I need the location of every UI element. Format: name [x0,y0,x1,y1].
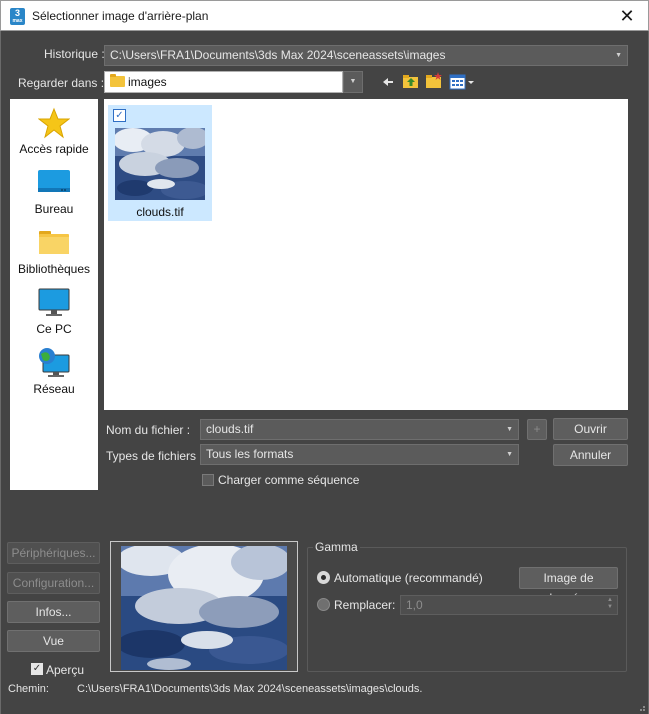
places-bar: Accès rapide Bureau Bibliothèques Ce PC … [10,99,98,490]
monitor-icon [38,288,70,316]
filename-field[interactable]: clouds.tif ▼ [200,419,519,440]
folder-icon [110,74,125,87]
back-arrow-icon[interactable] [379,73,397,91]
gamma-override-label: Remplacer: [334,598,396,612]
libraries-folder-icon [39,231,69,254]
place-desktop[interactable]: Bureau [10,167,98,216]
chevron-down-icon: ▼ [615,52,622,59]
view-button[interactable]: Vue [7,630,100,652]
devices-button[interactable]: Périphériques... [7,542,100,564]
place-label: Bibliothèques [17,262,91,276]
sequence-checkbox[interactable] [202,474,214,486]
desktop-icon [38,170,70,192]
window-title: Sélectionner image d'arrière-plan [32,9,209,23]
path-value: C:\Users\FRA1\Documents\3ds Max 2024\sce… [77,683,422,695]
setup-button[interactable]: Configuration... [7,572,100,594]
gamma-title: Gamma [313,540,360,554]
gamma-override-value: 1,0 [406,598,423,612]
file-list[interactable]: ✓ clouds.tif [104,99,628,410]
place-label: Bureau [34,202,74,216]
filetypes-dropdown[interactable]: Tous les formats ▼ [200,444,519,465]
filetypes-value: Tous les formats [206,447,294,461]
place-label: Ce PC [36,322,72,336]
lookin-dropdown[interactable]: images [104,71,343,93]
preview-checkbox[interactable]: ✓ [31,663,43,675]
new-folder-icon[interactable] [425,72,443,90]
open-button[interactable]: Ouvrir [553,418,628,440]
info-button[interactable]: Infos... [7,601,100,623]
app-icon: 3 max [10,8,25,25]
cancel-button[interactable]: Annuler [553,444,628,466]
chevron-down-icon: ▼ [506,426,513,433]
network-icon [39,348,70,377]
sequence-label: Charger comme séquence [218,473,360,487]
place-network[interactable]: Réseau [10,347,98,396]
file-name: clouds.tif [136,205,184,219]
dialog-body: Historique : C:\Users\FRA1\Documents\3ds… [0,31,649,714]
history-value: C:\Users\FRA1\Documents\3ds Max 2024\sce… [110,48,446,62]
path-label: Chemin: [8,683,49,695]
lookin-label: Regarder dans : [18,76,105,90]
gamma-override-spinner[interactable]: 1,0 ▲ ▼ [400,595,618,615]
filetypes-label: Types de fichiers : [106,449,203,463]
history-label: Historique : [44,47,105,61]
add-button[interactable]: + [527,419,547,440]
star-icon [37,107,71,139]
close-icon[interactable]: ✕ [616,5,638,27]
file-thumbnail [115,128,205,200]
preview-image [121,546,287,670]
title-bar: 3 max Sélectionner image d'arrière-plan ✕ [0,0,649,31]
resize-grip-icon[interactable] [636,702,646,712]
file-item[interactable]: ✓ clouds.tif [108,105,212,221]
place-this-pc[interactable]: Ce PC [10,287,98,336]
view-menu-icon[interactable] [449,73,475,91]
up-folder-icon[interactable] [402,72,420,90]
data-image-button[interactable]: Image de données [519,567,618,605]
lookin-chevron-down-icon[interactable]: ▼ [343,71,363,93]
image-preview [110,541,298,672]
place-quick-access[interactable]: Accès rapide [10,107,98,156]
place-libraries[interactable]: Bibliothèques [10,227,98,276]
place-label: Réseau [33,382,75,396]
gamma-automatic-label: Automatique (recommandé) [334,571,483,585]
chevron-down-icon: ▼ [506,451,513,458]
filename-label: Nom du fichier : [106,423,191,437]
spinner-arrows-icon[interactable]: ▲ ▼ [607,597,613,611]
preview-label: Aperçu [46,663,85,677]
history-dropdown[interactable]: C:\Users\FRA1\Documents\3ds Max 2024\sce… [104,45,628,66]
filename-value: clouds.tif [206,422,254,436]
gamma-override-radio[interactable] [317,598,330,611]
gamma-automatic-radio[interactable] [317,571,330,584]
lookin-value: images [128,75,167,89]
checkmark-icon[interactable]: ✓ [113,109,126,122]
place-label: Accès rapide [19,142,89,156]
